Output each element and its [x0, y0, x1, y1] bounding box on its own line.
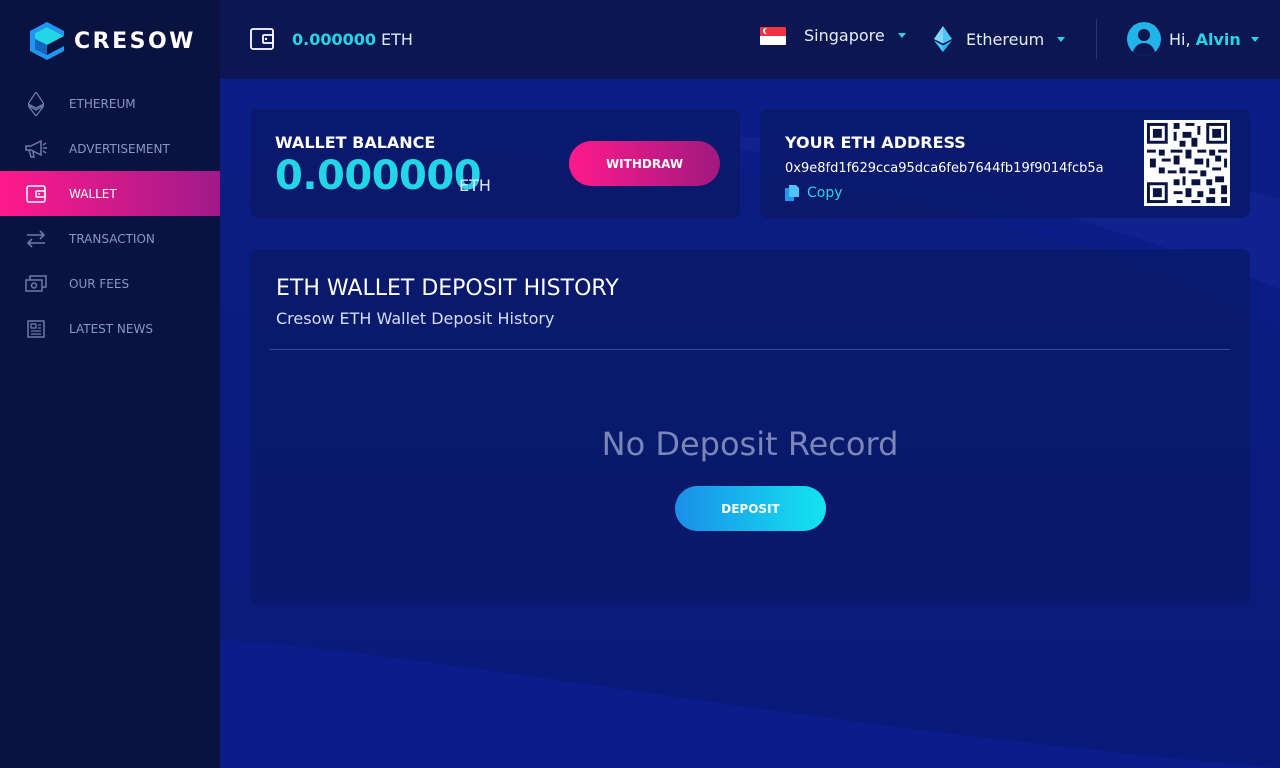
sidebar-item-advertisement[interactable]: ADVERTISEMENT [0, 126, 220, 171]
sidebar-item-label: LATEST NEWS [69, 321, 153, 336]
deposit-history-title: ETH WALLET DEPOSIT HISTORY [276, 276, 619, 301]
deposit-history-subtitle: Cresow ETH Wallet Deposit History [276, 309, 555, 328]
greeting: Hi, [1169, 29, 1191, 49]
sidebar-item-label: ETHEREUM [69, 96, 136, 111]
wallet-balance-amount: 0.000000 [275, 153, 482, 199]
copy-address-button[interactable]: Copy [785, 185, 843, 201]
eth-address-title: YOUR ETH ADDRESS [785, 133, 966, 152]
wallet-balance-title: WALLET BALANCE [275, 133, 436, 152]
wallet-icon [250, 28, 274, 50]
top-wallet-unit: ETH [381, 29, 413, 49]
copy-icon [785, 185, 799, 201]
wallet-balance-unit: ETH [459, 176, 491, 195]
chevron-down-icon [1250, 36, 1259, 42]
sidebar-item-label: OUR FEES [69, 276, 130, 291]
eth-address-value: 0x9e8fd1f629cca95dca6feb7644fb19f9014fcb… [785, 161, 1104, 176]
sidebar-item-transaction[interactable]: TRANSACTION [0, 216, 220, 261]
divider [1096, 19, 1097, 59]
top-wallet-summary: 0.000000 ETH [250, 27, 413, 51]
top-bar: 0.000000 ETH Singapore Ethereum Hi, Alvi… [220, 0, 1280, 79]
qr-code [1144, 120, 1230, 206]
sidebar-item-our-fees[interactable]: OUR FEES [0, 261, 220, 306]
chevron-down-icon [897, 33, 906, 38]
wallet-balance-card: WALLET BALANCE 0.000000 ETH WITHDRAW [250, 109, 740, 218]
megaphone-icon [24, 137, 48, 161]
sidebar-nav: ETHEREUM ADVERTISEMENT WALLET TRANSACTIO… [0, 81, 220, 351]
copy-label: Copy [807, 185, 843, 201]
cresow-logo-icon [30, 22, 64, 60]
currency-label: Ethereum [966, 29, 1045, 49]
sidebar-item-label: WALLET [69, 186, 117, 201]
country-selector[interactable]: Singapore [760, 26, 906, 45]
transfer-arrows-icon [24, 227, 48, 251]
sidebar-item-label: TRANSACTION [69, 231, 155, 246]
divider [270, 349, 1230, 350]
sidebar: CRESOW ETHEREUM ADVERTISEMENT WALLET TRA… [0, 0, 220, 768]
newspaper-icon [24, 317, 48, 341]
eth-address-card: YOUR ETH ADDRESS 0x9e8fd1f629cca95dca6fe… [760, 109, 1250, 218]
wallet-icon [24, 182, 48, 206]
empty-state-message: No Deposit Record [601, 425, 899, 463]
currency-selector[interactable]: Ethereum [934, 26, 1066, 52]
sidebar-item-label: ADVERTISEMENT [69, 141, 170, 156]
username: Alvin [1195, 29, 1241, 49]
country-label: Singapore [804, 26, 885, 45]
brand-name: CRESOW [74, 28, 196, 54]
sidebar-item-latest-news[interactable]: LATEST NEWS [0, 306, 220, 351]
deposit-button[interactable]: DEPOSIT [675, 486, 826, 531]
deposit-history-card: ETH WALLET DEPOSIT HISTORY Cresow ETH Wa… [250, 249, 1250, 605]
withdraw-button[interactable]: WITHDRAW [569, 141, 720, 186]
avatar [1127, 22, 1161, 56]
cash-icon [24, 272, 48, 296]
brand-logo[interactable]: CRESOW [30, 20, 196, 62]
sidebar-item-ethereum[interactable]: ETHEREUM [0, 81, 220, 126]
top-wallet-amount: 0.000000 [292, 29, 377, 49]
chevron-down-icon [1057, 36, 1066, 42]
singapore-flag-icon [760, 26, 786, 45]
user-menu[interactable]: Hi, Alvin [1127, 22, 1259, 56]
ethereum-icon [934, 26, 952, 52]
ethereum-icon [24, 91, 48, 116]
sidebar-item-wallet[interactable]: WALLET [0, 171, 220, 216]
